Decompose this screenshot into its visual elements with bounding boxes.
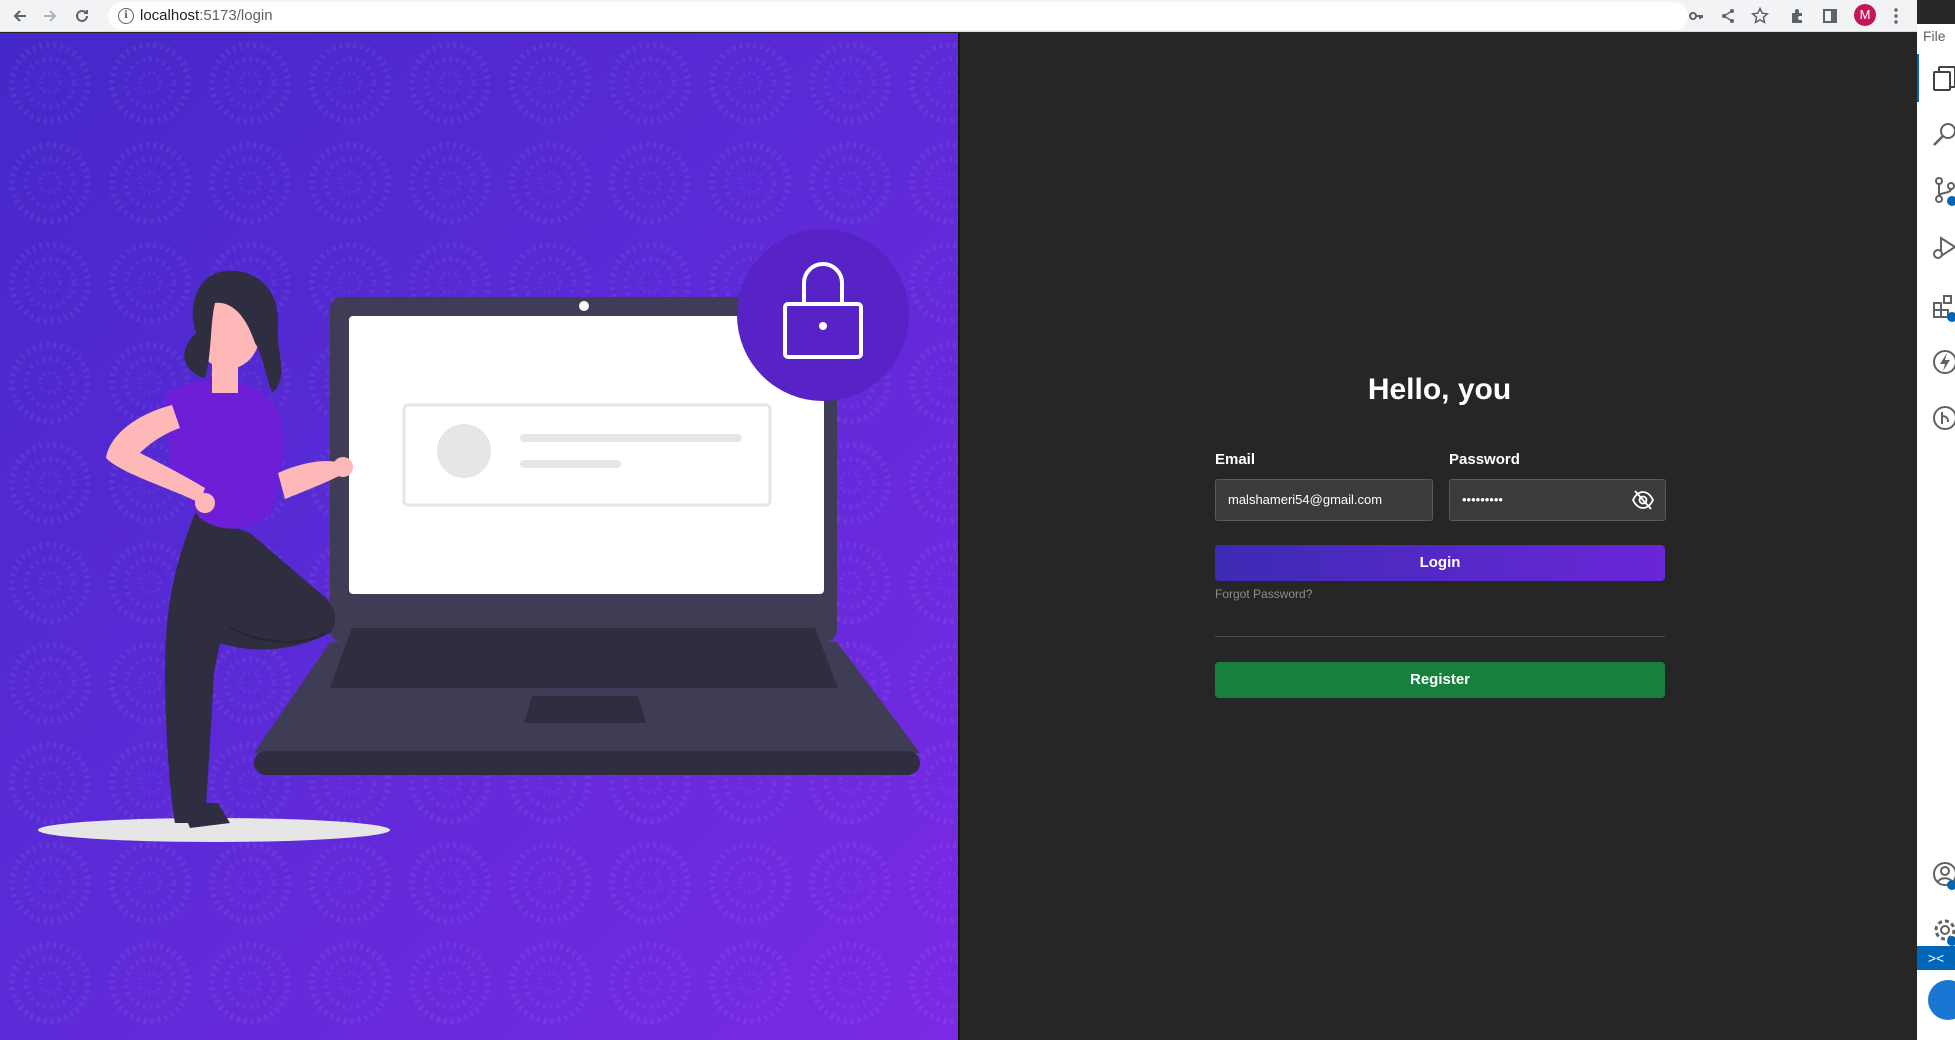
menu-dots-icon[interactable] xyxy=(1884,4,1908,28)
forward-icon[interactable] xyxy=(38,4,62,28)
git-graph-icon[interactable] xyxy=(1931,404,1955,432)
forgot-password-link[interactable]: Forgot Password? xyxy=(1215,587,1312,601)
info-icon[interactable]: i xyxy=(118,8,134,24)
reload-icon[interactable] xyxy=(70,4,94,28)
active-indicator xyxy=(1917,54,1919,102)
lightning-icon[interactable] xyxy=(1931,348,1955,376)
login-button[interactable]: Login xyxy=(1215,545,1665,581)
browser-toolbar: i localhost:5173/login M xyxy=(0,0,1917,32)
url-path: :5173/login xyxy=(199,7,273,24)
menu-file[interactable]: File xyxy=(1923,28,1946,44)
source-control-badge xyxy=(1947,196,1955,206)
page-title: Hello, you xyxy=(1367,373,1512,406)
login-panel: Hello, you Email malshameri54@gmail.com … xyxy=(958,33,1917,1040)
hero-illustration xyxy=(0,33,958,1040)
key-icon[interactable] xyxy=(1684,4,1708,28)
star-icon[interactable] xyxy=(1748,4,1772,28)
remote-indicator[interactable]: >< xyxy=(1917,946,1955,970)
lock-icon xyxy=(737,229,909,401)
url-text[interactable]: localhost:5173/login xyxy=(140,7,273,24)
address-bar[interactable]: i localhost:5173/login xyxy=(108,2,1688,30)
eye-off-icon[interactable] xyxy=(1631,489,1655,511)
vscode-activity-bar: File xyxy=(1917,24,1955,1040)
profile-avatar[interactable]: M xyxy=(1854,4,1876,26)
accounts-badge xyxy=(1947,880,1955,890)
settings-badge xyxy=(1947,936,1955,946)
email-label: Email xyxy=(1215,451,1256,468)
password-field[interactable]: ••••••••• xyxy=(1449,479,1666,521)
extensions-badge xyxy=(1947,312,1955,322)
register-button[interactable]: Register xyxy=(1215,662,1665,698)
extensions-icon[interactable] xyxy=(1786,4,1810,28)
side-panel-icon[interactable] xyxy=(1818,4,1842,28)
search-icon[interactable] xyxy=(1931,120,1955,148)
password-label: Password xyxy=(1449,451,1520,468)
email-field[interactable]: malshameri54@gmail.com xyxy=(1215,479,1433,521)
password-value: ••••••••• xyxy=(1462,492,1503,507)
divider xyxy=(1215,636,1665,637)
hero-illustration-panel xyxy=(0,33,958,1040)
share-icon[interactable] xyxy=(1716,4,1740,28)
url-host: localhost xyxy=(140,7,200,24)
back-icon[interactable] xyxy=(8,4,32,28)
run-debug-icon[interactable] xyxy=(1931,234,1955,262)
explorer-icon[interactable] xyxy=(1931,64,1955,92)
